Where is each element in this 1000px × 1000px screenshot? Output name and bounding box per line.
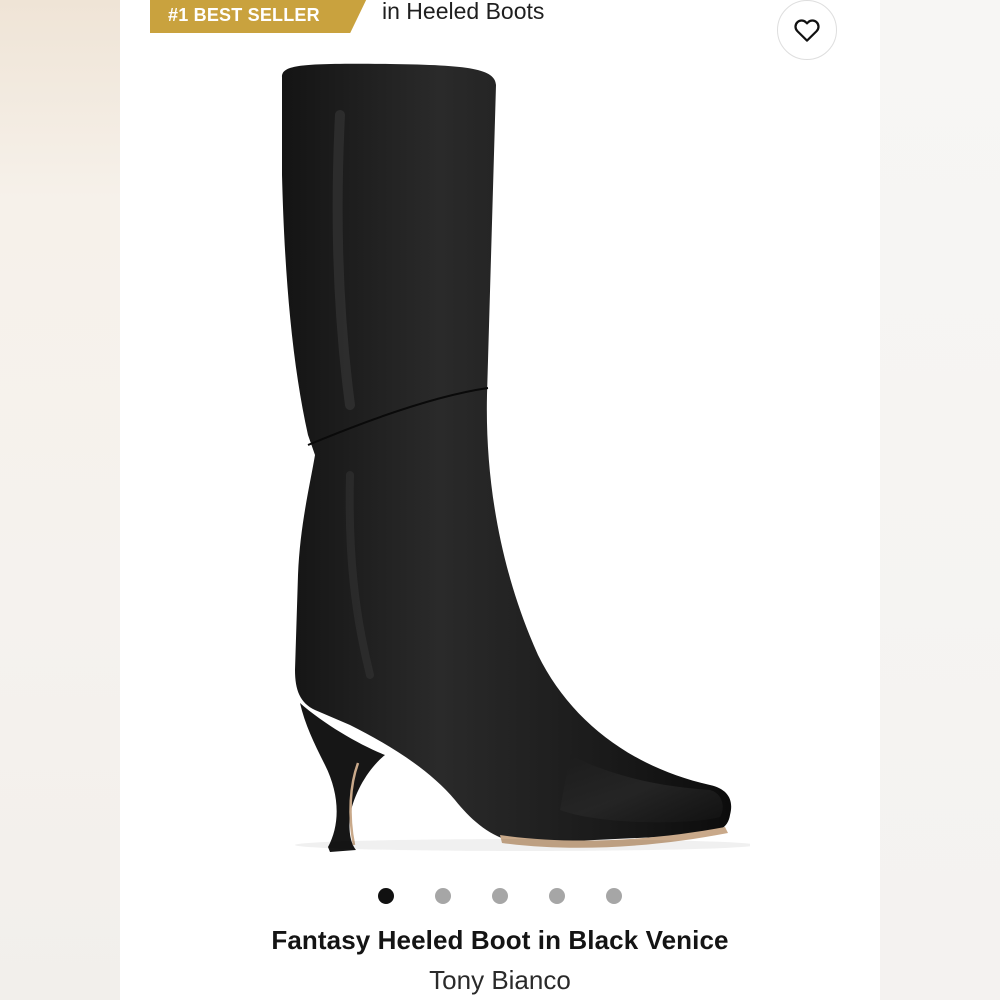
best-seller-category: in Heeled Boots [382, 0, 545, 24]
carousel-dot-5[interactable] [606, 888, 622, 904]
left-backdrop [0, 0, 120, 1000]
heart-outline-icon [794, 19, 820, 42]
carousel-dot-2[interactable] [435, 888, 451, 904]
carousel-dot-4[interactable] [549, 888, 565, 904]
carousel-dot-1[interactable] [378, 888, 394, 904]
best-seller-badge: #1 BEST SELLER [150, 0, 370, 33]
best-seller-label: #1 BEST SELLER [168, 5, 320, 25]
wishlist-button[interactable] [777, 0, 837, 60]
product-card: #1 BEST SELLER in Heeled Boots Fantasy H… [120, 0, 880, 1000]
carousel-dots [120, 888, 880, 904]
carousel-dot-3[interactable] [492, 888, 508, 904]
product-title[interactable]: Fantasy Heeled Boot in Black Venice [120, 925, 880, 956]
product-image[interactable] [270, 55, 750, 865]
product-brand[interactable]: Tony Bianco [120, 965, 880, 996]
right-backdrop [880, 0, 1000, 1000]
boot-body [282, 63, 732, 844]
